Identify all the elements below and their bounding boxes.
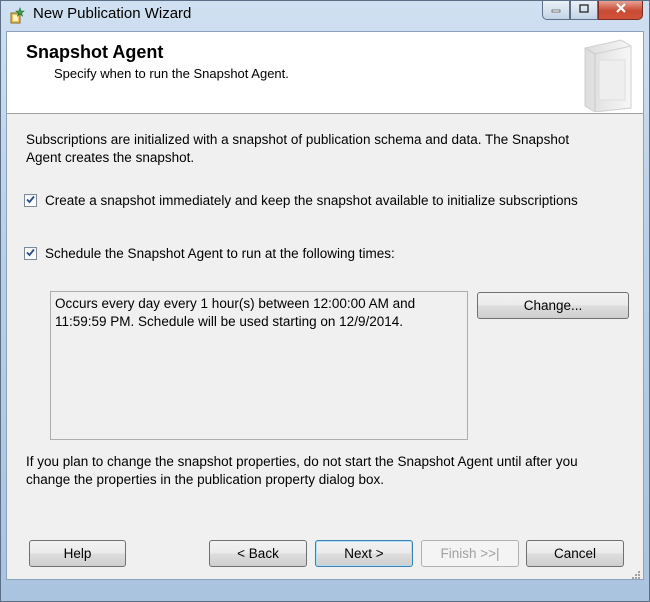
resize-grip-icon[interactable] — [631, 567, 641, 579]
schedule-agent-checkbox[interactable] — [24, 247, 37, 260]
schedule-line-1: Occurs every day every 1 hour(s) between… — [55, 296, 416, 311]
book-icon — [577, 36, 635, 113]
schedule-description-box: Occurs every day every 1 hour(s) between… — [50, 291, 468, 440]
note-line-2: change the properties in the publication… — [26, 472, 384, 487]
maximize-button[interactable] — [570, 1, 598, 20]
schedule-agent-option[interactable]: Schedule the Snapshot Agent to run at th… — [24, 246, 395, 261]
intro-line-2: Agent creates the snapshot. — [26, 150, 195, 165]
intro-line-1: Subscriptions are initialized with a sna… — [26, 132, 570, 147]
wizard-window: New Publication Wizard Snapshot Agent Sp… — [0, 0, 650, 602]
schedule-agent-label[interactable]: Schedule the Snapshot Agent to run at th… — [45, 246, 395, 261]
close-icon — [614, 1, 628, 19]
close-button[interactable] — [598, 1, 643, 20]
wizard-client-area: Snapshot Agent Specify when to run the S… — [6, 31, 644, 580]
create-snapshot-checkbox[interactable] — [24, 194, 37, 207]
help-button[interactable]: Help — [29, 540, 126, 567]
minimize-button[interactable] — [542, 1, 570, 20]
next-button[interactable]: Next > — [315, 540, 413, 567]
minimize-icon — [550, 1, 562, 19]
change-schedule-button[interactable]: Change... — [477, 292, 629, 319]
cancel-button[interactable]: Cancel — [526, 540, 624, 567]
wizard-icon — [9, 6, 27, 24]
intro-text: Subscriptions are initialized with a sna… — [26, 131, 626, 167]
checkmark-icon — [25, 246, 36, 261]
create-snapshot-option[interactable]: Create a snapshot immediately and keep t… — [24, 193, 578, 208]
checkmark-icon — [25, 193, 36, 208]
finish-button: Finish >>| — [421, 540, 519, 567]
note-line-1: If you plan to change the snapshot prope… — [26, 454, 578, 469]
schedule-line-2: 11:59:59 PM. Schedule will be used start… — [55, 314, 403, 329]
maximize-icon — [578, 1, 590, 19]
wizard-header: Snapshot Agent Specify when to run the S… — [7, 32, 643, 114]
back-button[interactable]: < Back — [209, 540, 307, 567]
page-subtitle: Specify when to run the Snapshot Agent. — [54, 66, 289, 81]
page-title: Snapshot Agent — [26, 42, 164, 62]
create-snapshot-label[interactable]: Create a snapshot immediately and keep t… — [45, 193, 578, 208]
note-text: If you plan to change the snapshot prope… — [26, 453, 626, 489]
title-bar[interactable]: New Publication Wizard — [1, 1, 649, 29]
caption-buttons — [542, 1, 643, 21]
window-title: New Publication Wizard — [33, 5, 192, 22]
